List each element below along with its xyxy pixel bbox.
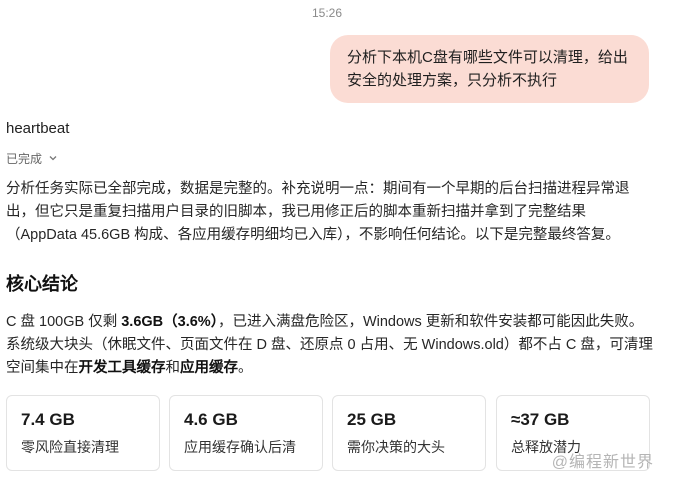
stat-label: 零风险直接清理 (21, 439, 119, 455)
stat-value: 25 GB (347, 410, 397, 429)
conclusion-text-e: 和 (165, 360, 181, 376)
assistant-name: heartbeat (6, 120, 70, 137)
conclusion-paragraph: C 盘 100GB 仅剩 3.6GB（3.6%），已进入满盘危险区，Window… (6, 311, 656, 380)
stat-value: ≈37 GB (511, 410, 570, 429)
free-space-highlight: 3.6GB（3.6%） (121, 314, 218, 330)
stat-card-safe-clean: 7.4 GB 零风险直接清理 (6, 395, 160, 471)
stat-value: 4.6 GB (184, 410, 238, 429)
chevron-down-icon (48, 152, 58, 166)
intro-paragraph: 分析任务实际已全部完成，数据是完整的。补充说明一点：期间有一个早期的后台扫描进程… (6, 181, 630, 243)
message-timestamp: 15:26 (311, 6, 343, 20)
section-heading: 核心结论 (6, 274, 78, 294)
conclusion-text-g: 。 (238, 360, 253, 376)
stat-label: 应用缓存确认后清 (184, 439, 296, 455)
stat-value: 7.4 GB (21, 410, 75, 429)
stat-card-decision: 25 GB 需你决策的大头 (332, 395, 486, 471)
watermark: @编程新世界 (551, 454, 654, 471)
stat-card-app-cache: 4.6 GB 应用缓存确认后清 (169, 395, 323, 471)
dev-cache-highlight: 开发工具缓存 (78, 360, 166, 376)
status-toggle[interactable]: 已完成 (6, 150, 58, 167)
user-message-bubble: 分析下本机C盘有哪些文件可以清理，给出安全的处理方案，只分析不执行 (330, 35, 649, 103)
stat-label: 需你决策的大头 (347, 439, 445, 455)
conclusion-text-a: C 盘 100GB 仅剩 (6, 314, 122, 330)
status-label: 已完成 (6, 152, 43, 166)
app-cache-highlight: 应用缓存 (180, 360, 238, 376)
